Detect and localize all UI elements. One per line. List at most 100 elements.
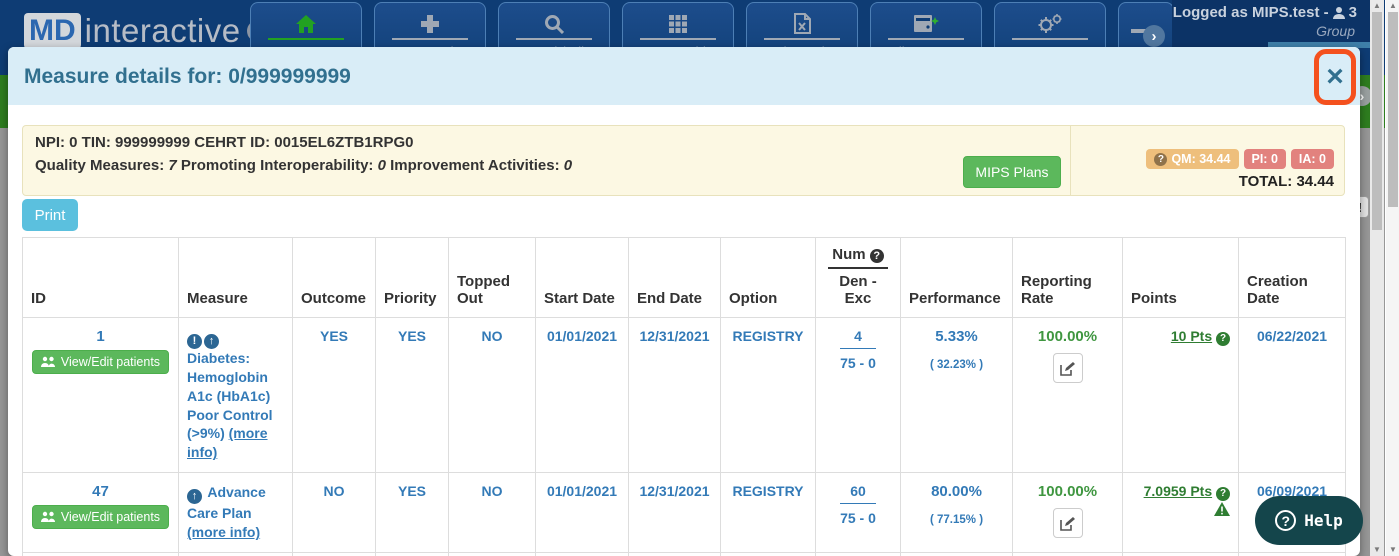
modal-header: Measure details for: 0/999999999 × bbox=[8, 47, 1360, 105]
points-link[interactable]: 7.0959 Pts bbox=[1144, 483, 1213, 499]
numerator[interactable]: 4 bbox=[840, 328, 876, 349]
num-header: Num ? bbox=[828, 246, 888, 269]
id-cell: 1 View/Edit patients bbox=[23, 318, 179, 473]
question-icon[interactable]: ? bbox=[870, 249, 884, 263]
tab-separator bbox=[888, 38, 964, 40]
users-icon bbox=[41, 511, 56, 523]
close-button[interactable]: × bbox=[1314, 49, 1356, 105]
col-end-date: End Date bbox=[629, 238, 721, 318]
logo-text: interactive bbox=[85, 12, 241, 50]
end-date-cell: 12/31/2021 bbox=[629, 552, 721, 556]
question-icon: ? bbox=[1154, 153, 1167, 166]
logged-as-text: Logged as MIPS.test - 3 bbox=[1173, 4, 1357, 21]
priority-cell: NO bbox=[376, 552, 449, 556]
scroll-down-arrow[interactable]: ▼ bbox=[1370, 544, 1384, 556]
plus-icon bbox=[420, 8, 440, 34]
view-edit-patients-button[interactable]: View/Edit patients bbox=[32, 505, 169, 529]
help-button[interactable]: ? Help bbox=[1255, 496, 1363, 545]
question-icon: ? bbox=[1275, 510, 1296, 531]
more-info-link[interactable]: (more info) bbox=[187, 524, 260, 540]
question-icon[interactable]: ? bbox=[1216, 487, 1230, 501]
creation-date-cell bbox=[1239, 552, 1346, 556]
qm-score-badge: ? QM: 34.44 bbox=[1146, 149, 1238, 169]
table-row: 110 View/Edit patients ↑ Preventive Care… bbox=[23, 552, 1346, 556]
exclamation-circle-icon: ! bbox=[187, 334, 202, 349]
scrollbar-thumb[interactable] bbox=[1372, 12, 1382, 230]
table-row: 1 View/Edit patients !↑ Diabetes: Hemogl… bbox=[23, 318, 1346, 473]
col-num-den: Num ? Den - Exc bbox=[816, 238, 901, 318]
reporting-rate-value: 100.00% bbox=[1017, 483, 1118, 500]
measure-id-link[interactable]: 47 bbox=[27, 483, 174, 500]
view-edit-label: View/Edit patients bbox=[61, 510, 160, 524]
view-edit-patients-button[interactable]: View/Edit patients bbox=[32, 350, 169, 374]
scroll-up-arrow[interactable]: ▲ bbox=[1386, 0, 1399, 12]
search-icon bbox=[544, 8, 564, 34]
edit-button[interactable] bbox=[1053, 508, 1083, 538]
num-den-cell: 4 75 - 0 bbox=[816, 318, 901, 473]
total-score: TOTAL: 34.44 bbox=[1239, 173, 1334, 190]
pi-count: 0 bbox=[378, 157, 386, 174]
home-icon bbox=[295, 8, 317, 34]
warning-triangle-icon[interactable] bbox=[1214, 502, 1230, 516]
logo-md-badge: MD bbox=[24, 13, 81, 49]
arrow-up-circle-icon: ↑ bbox=[204, 334, 219, 349]
close-icon: × bbox=[1326, 62, 1344, 92]
npi-tin-cehrt-line: NPI: 0 TIN: 999999999 CEHRT ID: 0015EL6Z… bbox=[35, 134, 1058, 151]
reporting-rate-cell: 100.00% bbox=[1013, 318, 1123, 473]
priority-cell: YES bbox=[376, 318, 449, 473]
fraction: 4 75 - 0 bbox=[840, 328, 876, 371]
logged-as-label: Logged as MIPS.test - bbox=[1173, 4, 1329, 21]
scroll-up-arrow[interactable]: ▲ bbox=[1370, 0, 1384, 12]
tab-separator bbox=[268, 38, 344, 40]
mips-plans-button[interactable]: MIPS Plans bbox=[963, 156, 1061, 188]
summary-identifiers: NPI: 0 TIN: 999999999 CEHRT ID: 0015EL6Z… bbox=[23, 126, 1070, 195]
scroll-down-arrow[interactable]: ▼ bbox=[1386, 544, 1399, 556]
denominator: 75 - 0 bbox=[840, 510, 876, 526]
performance-benchmark: ( 32.23% ) bbox=[905, 359, 1008, 371]
start-date-cell: 01/01/2021 bbox=[536, 318, 629, 473]
outcome-cell: YES bbox=[293, 318, 376, 473]
performance-value: 80.00% bbox=[905, 483, 1008, 500]
print-button[interactable]: Print bbox=[22, 199, 78, 231]
num-den-cell: 60 75 - 0 bbox=[816, 473, 901, 553]
topped-out-cell: NO bbox=[449, 318, 536, 473]
ia-count: 0 bbox=[564, 157, 572, 174]
col-points: Points bbox=[1123, 238, 1239, 318]
measure-cell: ↑ Advance Care Plan (more info) bbox=[179, 473, 293, 553]
question-icon[interactable]: ? bbox=[1216, 332, 1230, 346]
logged-user-panel: Logged as MIPS.test - 3 Group bbox=[1172, 0, 1371, 47]
measures-table: ID Measure Outcome Priority Topped Out S… bbox=[22, 237, 1346, 556]
creation-date-cell: 06/22/2021 bbox=[1239, 318, 1346, 473]
reporting-rate-cell: 100.00% bbox=[1013, 552, 1123, 556]
priority-cell: YES bbox=[376, 473, 449, 553]
start-date-cell: 01/01/2021 bbox=[536, 473, 629, 553]
measure-id-link[interactable]: 1 bbox=[27, 328, 174, 345]
outcome-cell: NO bbox=[293, 552, 376, 556]
edit-button[interactable] bbox=[1053, 353, 1083, 383]
denominator: 75 - 0 bbox=[840, 355, 876, 371]
reporting-rate-value: 100.00% bbox=[1017, 328, 1118, 345]
scrollbar-inner[interactable]: ▲ ▼ bbox=[1370, 0, 1384, 556]
table-header-row: ID Measure Outcome Priority Topped Out S… bbox=[23, 238, 1346, 318]
performance-cell: 97.78% ( 95.94% ) bbox=[901, 552, 1013, 556]
scrollbar-thumb[interactable] bbox=[1388, 12, 1398, 207]
users-icon bbox=[41, 356, 56, 368]
excel-file-icon bbox=[794, 8, 811, 34]
numerator[interactable]: 60 bbox=[840, 483, 876, 504]
end-date-cell: 12/31/2021 bbox=[629, 473, 721, 553]
col-topped-out: Topped Out bbox=[449, 238, 536, 318]
start-date-cell: 01/01/2021 bbox=[536, 552, 629, 556]
chevron-right-icon[interactable]: › bbox=[1143, 25, 1165, 47]
points-cell: 10 Pts ? bbox=[1123, 318, 1239, 473]
qm-label: Quality Measures: bbox=[35, 157, 164, 174]
view-edit-label: View/Edit patients bbox=[61, 355, 160, 369]
app-logo[interactable]: MD interactive ‹ bbox=[24, 12, 269, 50]
topped-out-cell: NO bbox=[449, 473, 536, 553]
points-link[interactable]: 10 Pts bbox=[1171, 328, 1212, 344]
col-outcome: Outcome bbox=[293, 238, 376, 318]
col-start-date: Start Date bbox=[536, 238, 629, 318]
scrollbar-outer[interactable]: ▲ ▼ bbox=[1385, 0, 1399, 556]
measure-cell: ↑ Preventive Care and Screening: bbox=[179, 552, 293, 556]
summary-scores: ? QM: 34.44 PI: 0 IA: 0 TOTAL: 34.44 bbox=[1070, 126, 1344, 195]
points-cell: 0 Pts ? bbox=[1123, 552, 1239, 556]
